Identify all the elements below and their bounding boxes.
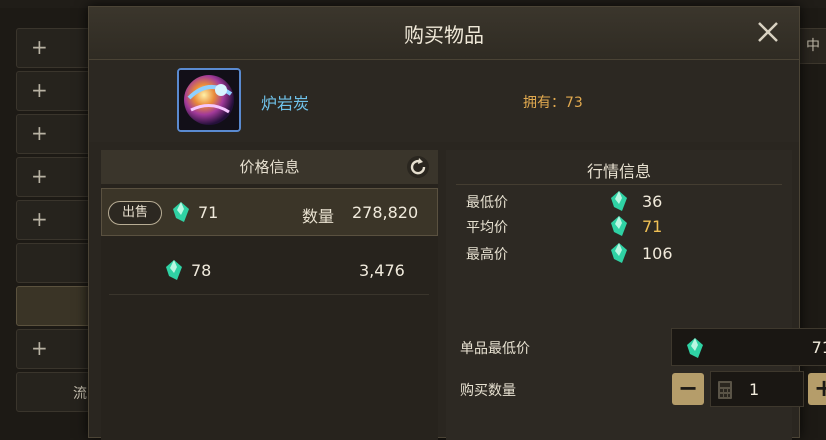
gem-currency-icon [173, 202, 189, 222]
item-name: 炉岩炭 [261, 94, 310, 113]
gem-currency-icon [611, 191, 627, 211]
plus-icon: + [31, 336, 48, 360]
buy-quantity-value: 1 [749, 380, 760, 399]
quantity-value: 278,820 [352, 203, 419, 222]
close-icon[interactable] [753, 17, 783, 47]
gem-currency-icon [611, 243, 627, 263]
background-category-row[interactable]: + [16, 200, 98, 240]
background-category-row[interactable]: + [16, 157, 98, 197]
background-category-row[interactable]: 流 [16, 372, 98, 412]
calculator-icon[interactable] [717, 380, 733, 400]
quantity-value: 3,476 [359, 261, 405, 280]
min-price-value: 36 [642, 192, 663, 211]
max-price-label: 最高价 [466, 247, 508, 263]
price-value: 78 [191, 261, 212, 280]
market-info-panel: 行情信息 最低价 36 平均价 71 最高价 106 单品最低价 71 [446, 150, 826, 440]
decrease-quantity-button[interactable]: − [672, 373, 704, 405]
refresh-icon[interactable] [406, 155, 430, 179]
background-category-row[interactable]: + [16, 28, 98, 68]
market-info-title: 行情信息 [586, 162, 651, 181]
background-right-tab[interactable]: 中 [798, 28, 826, 64]
dialog-header: 购买物品 [89, 7, 799, 60]
gem-currency-icon [687, 338, 703, 358]
plus-icon: + [31, 207, 48, 231]
increase-quantity-button[interactable]: + [808, 373, 826, 405]
unit-min-price-label: 单品最低价 [460, 341, 530, 357]
avg-price-value: 71 [642, 217, 663, 236]
unit-min-price-field: 71 [671, 328, 826, 366]
sell-badge: 出售 [108, 201, 162, 225]
background-category-row-selected[interactable] [16, 286, 98, 326]
row-divider [109, 294, 429, 295]
buy-item-dialog: 购买物品 炉岩炭 拥有：73 价格信息 出售 71 数量 278,820 78 … [88, 6, 826, 440]
price-info-panel: 价格信息 出售 71 数量 278,820 78 3,476 [101, 150, 438, 440]
quantity-label: 数量 [302, 207, 335, 226]
plus-icon: + [31, 35, 48, 59]
background-category-row[interactable]: + [16, 329, 98, 369]
background-row-label: 流 [73, 386, 87, 402]
background-category-row[interactable] [16, 243, 98, 283]
plus-icon: + [31, 121, 48, 145]
background-category-row[interactable]: + [16, 71, 98, 111]
unit-min-price-value: 71 [811, 338, 826, 357]
buy-quantity-input[interactable]: 1 [710, 371, 804, 407]
price-row[interactable]: 78 3,476 [101, 247, 438, 295]
plus-icon: + [31, 78, 48, 102]
avg-price-label: 平均价 [466, 220, 508, 236]
price-value: 71 [198, 203, 219, 222]
price-info-header: 价格信息 [101, 150, 438, 184]
item-info-bar: 炉岩炭 拥有：73 [89, 60, 799, 142]
price-info-title: 价格信息 [239, 158, 300, 176]
item-orb-icon [177, 68, 241, 132]
market-divider [456, 184, 782, 185]
price-row-selected[interactable]: 出售 71 数量 278,820 [101, 188, 438, 236]
min-price-label: 最低价 [466, 195, 508, 211]
dialog-title: 购买物品 [404, 23, 484, 47]
gem-currency-icon [166, 260, 182, 280]
background-category-row[interactable]: + [16, 114, 98, 154]
gem-currency-icon [611, 216, 627, 236]
plus-icon: + [31, 164, 48, 188]
owned-count: 拥有：73 [523, 95, 583, 111]
max-price-value: 106 [642, 244, 673, 263]
buy-quantity-label: 购买数量 [460, 383, 516, 399]
